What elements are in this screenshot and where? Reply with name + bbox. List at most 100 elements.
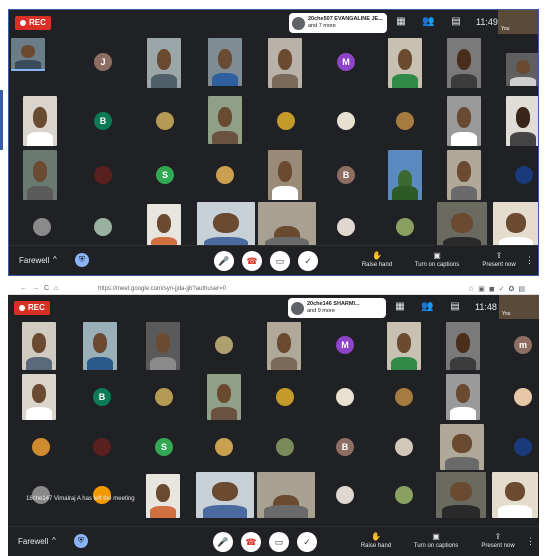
present-button[interactable]: ⇪ Present now xyxy=(470,532,526,551)
checkmark-icon[interactable]: ✓ xyxy=(297,532,317,552)
browser-extension-icons[interactable]: ☆▣◼✓✪▤ xyxy=(468,285,529,293)
participant-avatar-image[interactable] xyxy=(32,438,50,456)
raise-hand-button[interactable]: ✋ Raise hand xyxy=(348,532,404,551)
participant-avatar-b[interactable]: B xyxy=(93,388,111,406)
chat-icon[interactable]: ▤ xyxy=(450,16,462,28)
captions-button[interactable]: ▣ Turn on captions xyxy=(408,532,464,551)
participant-tile[interactable] xyxy=(388,38,422,88)
participant-tile[interactable] xyxy=(207,374,241,420)
participant-avatar-image[interactable] xyxy=(396,112,414,130)
participant-avatar-image[interactable] xyxy=(336,388,354,406)
people-icon[interactable]: 👥 xyxy=(421,301,433,313)
participant-tile[interactable] xyxy=(446,322,480,370)
participant-avatar-image[interactable] xyxy=(215,336,233,354)
participant-avatar-m[interactable]: M xyxy=(337,53,355,71)
participant-avatar-image[interactable] xyxy=(395,486,413,504)
participant-tile[interactable] xyxy=(506,96,538,146)
people-icon[interactable]: 👥 xyxy=(422,16,434,28)
participant-avatar-image[interactable] xyxy=(276,438,294,456)
participant-avatar-image[interactable] xyxy=(396,218,414,236)
participant-tile[interactable] xyxy=(447,150,481,200)
more-options-icon[interactable]: ⋮ xyxy=(525,255,534,266)
camera-icon[interactable]: ▭ xyxy=(270,251,290,271)
participant-tile[interactable] xyxy=(388,150,422,200)
participant-tile[interactable] xyxy=(23,150,57,200)
participant-tile[interactable] xyxy=(267,322,301,370)
shield-icon[interactable]: ⛨ xyxy=(75,253,89,267)
participant-tile[interactable] xyxy=(23,96,57,146)
participant-avatar-image[interactable] xyxy=(94,218,112,236)
participant-tile-large[interactable] xyxy=(257,472,315,518)
participant-tile[interactable] xyxy=(493,202,538,250)
participant-tile[interactable] xyxy=(22,374,56,420)
participant-avatar-image[interactable] xyxy=(276,388,294,406)
participant-tile[interactable] xyxy=(146,474,180,518)
participant-tile[interactable] xyxy=(146,322,180,370)
participant-avatar-image[interactable] xyxy=(337,112,355,130)
meeting-name[interactable]: Farewell xyxy=(19,256,49,265)
participant-avatar-image[interactable] xyxy=(395,438,413,456)
chevron-up-icon[interactable]: ^ xyxy=(53,255,57,264)
participant-tile[interactable] xyxy=(268,150,302,200)
participant-avatar-image[interactable] xyxy=(94,166,112,184)
participant-avatar-image[interactable] xyxy=(277,112,295,130)
camera-icon[interactable]: ▭ xyxy=(269,532,289,552)
participant-avatar-image[interactable] xyxy=(514,388,532,406)
end-call-icon[interactable]: ☎ xyxy=(242,251,262,271)
participant-avatar-image[interactable] xyxy=(215,438,233,456)
participant-tile[interactable] xyxy=(268,38,302,88)
grid-layout-icon[interactable]: ▦ xyxy=(395,16,407,28)
participant-avatar-image[interactable] xyxy=(156,112,174,130)
participant-tile[interactable] xyxy=(387,322,421,370)
participant-tile[interactable] xyxy=(147,38,181,88)
participant-avatar-s[interactable]: S xyxy=(155,438,173,456)
participant-tile[interactable] xyxy=(492,472,538,518)
participant-avatar-j[interactable]: J xyxy=(94,53,112,71)
grid-layout-icon[interactable]: ▦ xyxy=(394,301,406,313)
meeting-name[interactable]: Farewell xyxy=(18,537,48,546)
participant-tile[interactable] xyxy=(208,96,242,144)
participant-avatar-image[interactable] xyxy=(93,438,111,456)
participant-avatar-image[interactable] xyxy=(155,388,173,406)
active-speaker-card[interactable]: 20che146 SHARMI... and 9 more xyxy=(288,298,386,318)
participant-avatar-s[interactable]: S xyxy=(156,166,174,184)
participant-avatar-b[interactable]: B xyxy=(94,112,112,130)
participant-tile[interactable] xyxy=(436,472,486,518)
chat-icon[interactable]: ▤ xyxy=(449,301,461,313)
browser-url[interactable]: https://meet.google.com/syn-jjda-jjb?aut… xyxy=(98,286,226,292)
raise-hand-button[interactable]: ✋ Raise hand xyxy=(349,251,405,270)
participant-tile[interactable] xyxy=(447,38,481,88)
participant-avatar-image[interactable] xyxy=(337,218,355,236)
participant-tile[interactable] xyxy=(506,53,538,86)
participant-tile-large[interactable] xyxy=(196,472,254,518)
microphone-icon[interactable]: 🎤 xyxy=(213,532,233,552)
participant-avatar-b2[interactable]: B xyxy=(337,166,355,184)
participant-tile-large[interactable] xyxy=(197,202,255,250)
participant-avatar-image[interactable] xyxy=(514,438,532,456)
participant-avatar-b2[interactable]: B xyxy=(336,438,354,456)
participant-tile[interactable] xyxy=(147,204,181,250)
participant-avatar-lower-m[interactable]: m xyxy=(514,336,532,354)
participant-avatar-m[interactable]: M xyxy=(336,336,354,354)
participant-tile-large[interactable] xyxy=(258,202,316,250)
participant-avatar-image[interactable] xyxy=(216,166,234,184)
participant-avatar-image[interactable] xyxy=(395,388,413,406)
end-call-icon[interactable]: ☎ xyxy=(241,532,261,552)
participant-tile[interactable] xyxy=(440,424,484,470)
microphone-icon[interactable]: 🎤 xyxy=(214,251,234,271)
participant-avatar-image[interactable] xyxy=(515,166,533,184)
shield-icon[interactable]: ⛨ xyxy=(74,534,88,548)
participant-avatar-image[interactable] xyxy=(336,486,354,504)
participant-tile[interactable] xyxy=(446,374,480,420)
chevron-up-icon[interactable]: ^ xyxy=(52,536,56,545)
participant-tile[interactable] xyxy=(22,322,56,370)
participant-tile[interactable] xyxy=(11,38,45,71)
participant-tile[interactable] xyxy=(437,202,487,250)
browser-nav-icons[interactable]: ←→C⌂ xyxy=(20,285,63,292)
captions-button[interactable]: ▣ Turn on captions xyxy=(409,251,465,270)
participant-tile[interactable] xyxy=(447,96,481,146)
present-button[interactable]: ⇪ Present now xyxy=(471,251,527,270)
checkmark-icon[interactable]: ✓ xyxy=(298,251,318,271)
participant-tile[interactable] xyxy=(83,322,117,370)
active-speaker-card[interactable]: 20che507 EVANGALINE JE... and 7 more xyxy=(289,13,387,33)
